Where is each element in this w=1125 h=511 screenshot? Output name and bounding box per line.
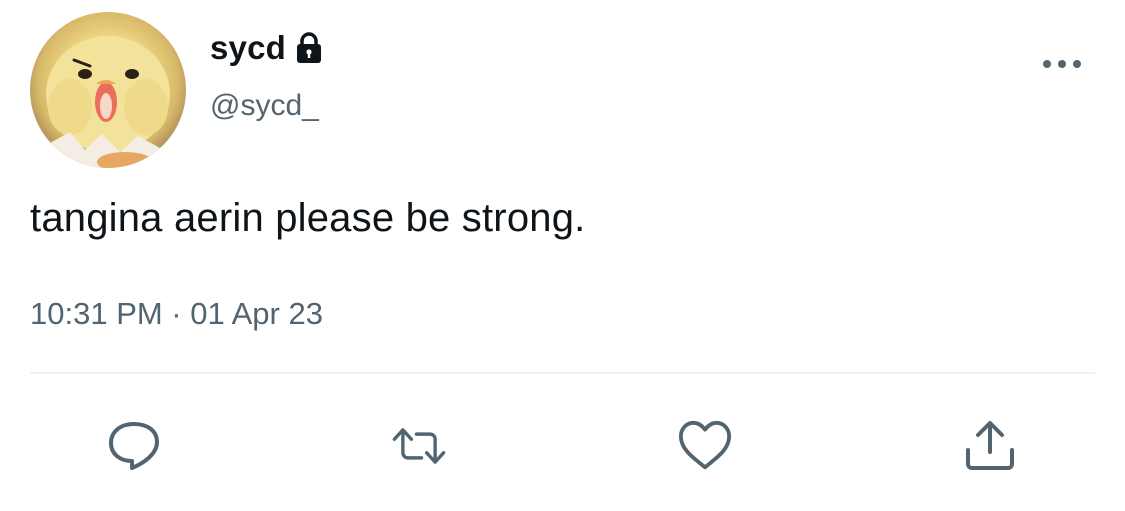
tweet-card: sycd @sycd_ tangina aerin please be stro… [0,0,1125,511]
retweet-button[interactable] [391,418,447,474]
reply-button[interactable] [106,418,162,474]
share-button[interactable] [962,418,1018,474]
tweet-timestamp[interactable]: 10:31 PM · 01 Apr 23 [30,296,323,332]
tweet-text: tangina aerin please be strong. [30,196,586,240]
divider [30,372,1095,374]
heart-icon [678,420,732,470]
user-handle[interactable]: @sycd_ [210,89,319,123]
reply-icon [109,422,159,470]
display-name[interactable]: sycd [210,29,286,67]
author-name-row: sycd [210,26,324,70]
lock-icon [294,31,324,65]
share-icon [966,421,1014,470]
more-horizontal-icon[interactable] [1040,52,1084,76]
avatar[interactable] [30,12,186,168]
like-button[interactable] [677,418,733,474]
chick-avatar-icon [30,36,186,168]
retweet-icon [392,428,446,464]
